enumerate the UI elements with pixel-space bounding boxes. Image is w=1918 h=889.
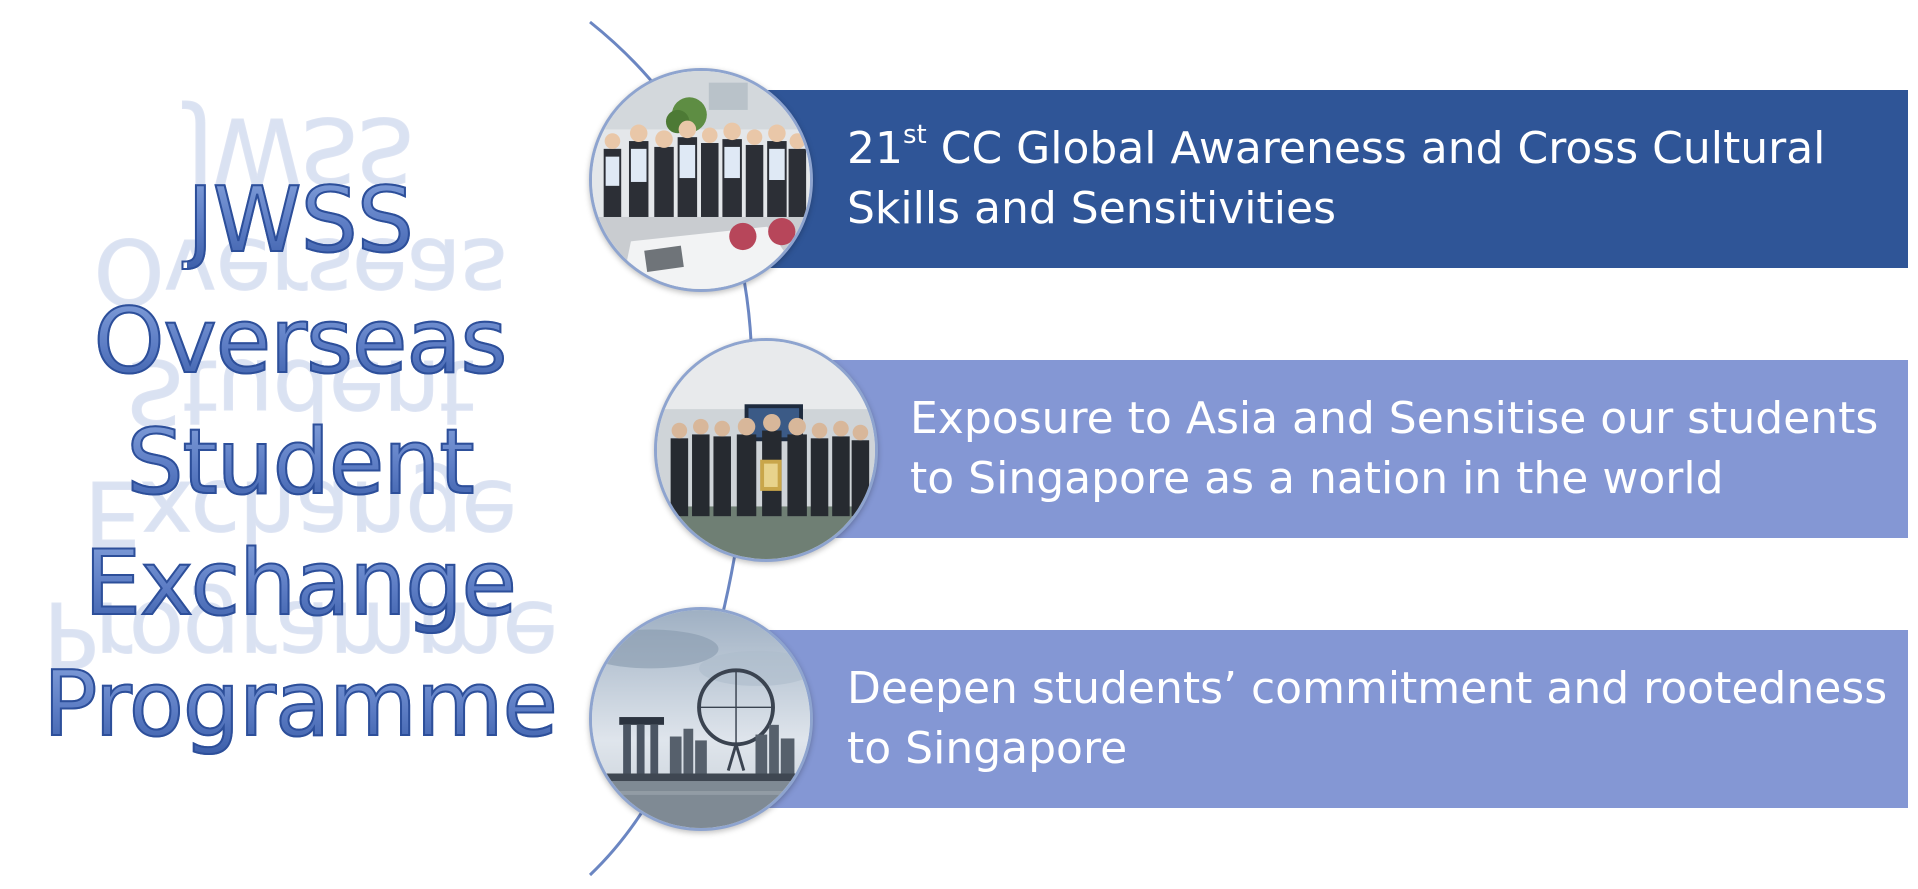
title-line-4-text: Exchange <box>83 530 518 637</box>
title-line-5-text: Programme <box>42 651 559 758</box>
group-photo-meeting-room-icon <box>589 68 813 292</box>
programme-title: JWSS JWSS Overseas Overseas Student Stud… <box>20 97 580 765</box>
title-line-5: Programme Programme <box>20 581 580 765</box>
group-photo-plaque-image <box>657 341 875 559</box>
title-line-1-text: JWSS <box>186 167 415 274</box>
title-line-3-text: Student <box>125 409 475 516</box>
point-1-superscript: st <box>903 120 927 150</box>
title-line-1: JWSS JWSS <box>20 97 580 281</box>
point-1-prefix: 21 <box>847 123 903 174</box>
group-photo-plaque-icon <box>654 338 878 562</box>
title-line-2: Overseas Overseas <box>20 218 580 402</box>
point-3-text: Deepen students’ commitment and rootedne… <box>847 663 1888 774</box>
singapore-skyline-photo-image <box>592 610 810 828</box>
group-photo-meeting-room-image <box>592 71 810 289</box>
point-2-text: Exposure to Asia and Sensitise our stude… <box>910 393 1879 504</box>
point-banner-1: 21st CC Global Awareness and Cross Cultu… <box>765 90 1908 268</box>
title-line-4: Exchange Exchange <box>20 460 580 644</box>
point-1-text: 21st CC Global Awareness and Cross Cultu… <box>847 119 1888 239</box>
singapore-skyline-photo-icon <box>589 607 813 831</box>
point-banner-2: Exposure to Asia and Sensitise our stude… <box>830 360 1908 538</box>
point-1-body: CC Global Awareness and Cross Cultural S… <box>847 123 1826 234</box>
title-line-2-text: Overseas <box>93 288 509 395</box>
point-banner-3: Deepen students’ commitment and rootedne… <box>765 630 1908 808</box>
title-line-3: Student Student <box>20 339 580 523</box>
